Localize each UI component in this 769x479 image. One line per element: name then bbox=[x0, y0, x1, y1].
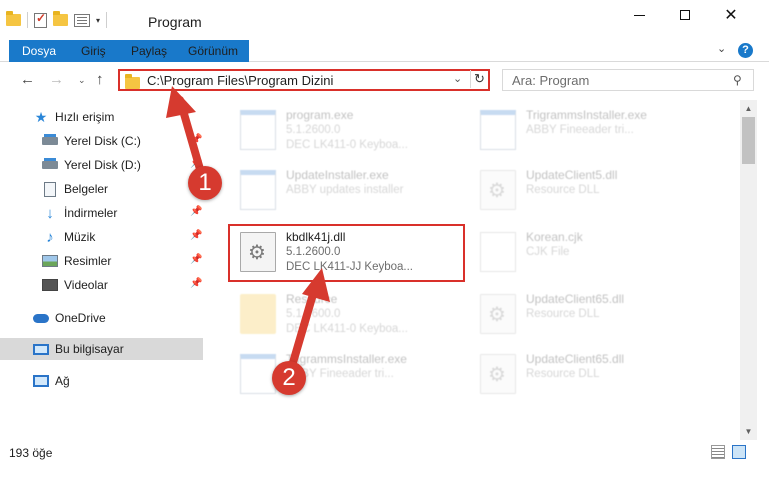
step-badge-2: 2 bbox=[272, 361, 306, 395]
arrow-1 bbox=[166, 86, 206, 180]
step-badge-1: 1 bbox=[188, 166, 222, 200]
arrow-2 bbox=[288, 268, 330, 370]
annotation-arrows bbox=[166, 86, 330, 370]
